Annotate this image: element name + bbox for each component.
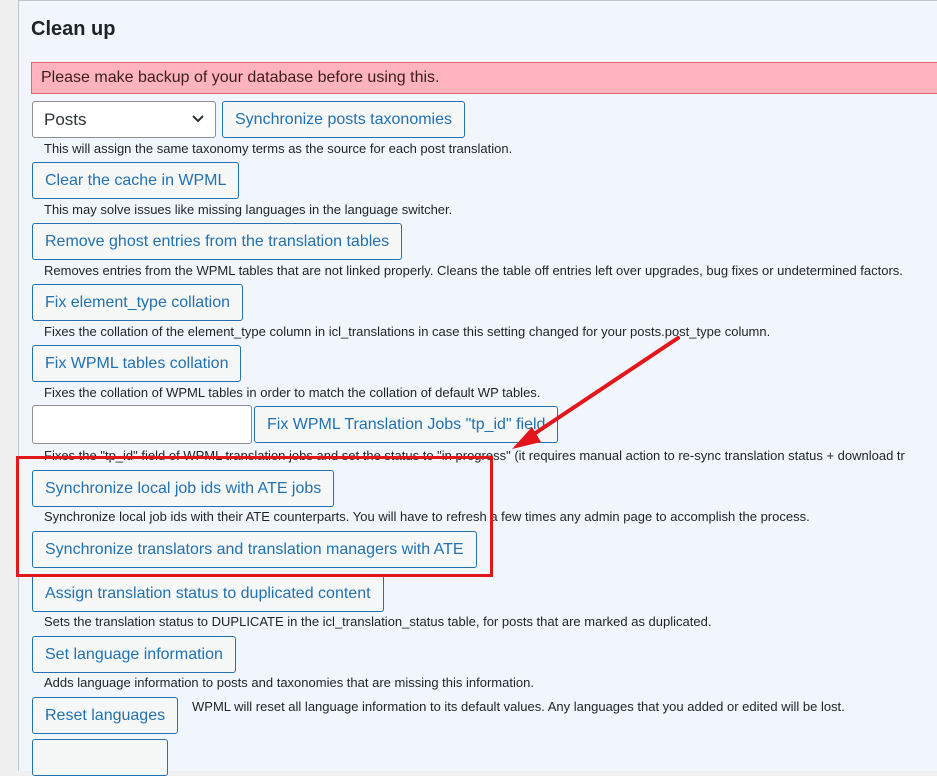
reset-languages-button[interactable]: Reset languages [32,697,179,734]
backup-warning: Please make backup of your database befo… [31,62,937,94]
reset-languages-desc: WPML will reset all language information… [192,699,845,714]
fix-tables-collation-desc: Fixes the collation of WPML tables in or… [44,385,541,400]
sync-taxonomies-desc: This will assign the same taxonomy terms… [44,141,513,156]
clear-cache-desc: This may solve issues like missing langu… [44,202,453,217]
fix-tp-id-desc: Fixes the "tp_id" field of WPML translat… [44,448,905,463]
next-action-button[interactable] [32,739,168,776]
page-title: Clean up [31,18,116,40]
fix-element-type-collation-desc: Fixes the collation of the element_type … [44,324,771,339]
post-type-select[interactable]: Posts [32,101,216,138]
remove-ghost-entries-desc: Removes entries from the WPML tables tha… [44,263,903,278]
assign-translation-status-button[interactable]: Assign translation status to duplicated … [32,575,384,612]
fix-tables-collation-button[interactable]: Fix WPML tables collation [32,345,242,382]
fix-tp-id-button[interactable]: Fix WPML Translation Jobs "tp_id" field [254,406,559,443]
assign-translation-status-desc: Sets the translation status to DUPLICATE… [44,614,712,629]
sync-job-ids-desc: Synchronize local job ids with their ATE… [44,509,810,524]
sync-job-ids-button[interactable]: Synchronize local job ids with ATE jobs [32,470,335,507]
tp-id-input[interactable] [32,405,252,444]
sync-posts-taxonomies-button[interactable]: Synchronize posts taxonomies [222,101,465,138]
sync-translators-button[interactable]: Synchronize translators and translation … [32,531,477,568]
set-language-information-desc: Adds language information to posts and t… [44,675,534,690]
post-type-select-value: Posts [44,110,87,129]
chevron-down-icon [192,115,204,123]
fix-element-type-collation-button[interactable]: Fix element_type collation [32,284,243,321]
remove-ghost-entries-button[interactable]: Remove ghost entries from the translatio… [32,223,403,260]
set-language-information-button[interactable]: Set language information [32,636,236,673]
clear-cache-button[interactable]: Clear the cache in WPML [32,162,240,199]
